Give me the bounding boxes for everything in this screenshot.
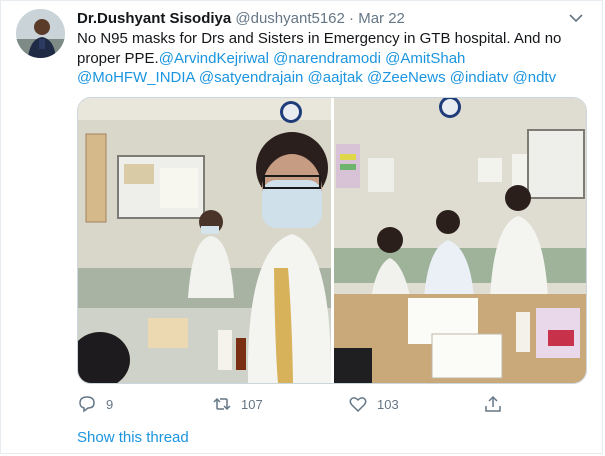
mention-link[interactable]: @indiatv <box>450 69 509 86</box>
chevron-down-icon[interactable] <box>566 8 586 28</box>
retweet-count: 107 <box>241 396 263 412</box>
show-thread-link[interactable]: Show this thread <box>77 429 189 446</box>
mention-link[interactable]: @MoHFW_INDIA <box>77 69 195 86</box>
avatar[interactable] <box>16 9 65 58</box>
photo-right[interactable] <box>334 98 586 383</box>
mention-link[interactable]: @ZeeNews <box>367 69 446 86</box>
mention-link[interactable]: @ndtv <box>513 69 557 86</box>
reply-icon <box>79 396 95 413</box>
like-count: 103 <box>377 396 399 412</box>
like-button[interactable]: 103 <box>348 393 399 415</box>
share-button[interactable] <box>483 393 512 415</box>
separator: · <box>349 10 355 27</box>
reply-button[interactable]: 9 <box>77 393 113 415</box>
mention-link[interactable]: @aajtak <box>308 69 363 86</box>
mention-link[interactable]: @narendramodi <box>273 50 381 67</box>
retweet-icon <box>213 397 231 411</box>
reply-count: 9 <box>106 396 114 412</box>
avatar-image <box>16 9 65 58</box>
mention-link[interactable]: @satyendrajain <box>199 69 303 86</box>
mention-link[interactable]: @ArvindKejriwal <box>159 50 269 67</box>
retweet-button[interactable]: 107 <box>212 393 263 415</box>
heart-icon <box>349 397 367 413</box>
share-icon <box>485 395 501 412</box>
tweet-header: Dr.Dushyant Sisodiya @dushyant5162 · Mar… <box>77 10 405 28</box>
display-name[interactable]: Dr.Dushyant Sisodiya <box>77 10 231 27</box>
mention-link[interactable]: @AmitShah <box>385 50 465 67</box>
media-grid <box>77 97 587 384</box>
photo-left[interactable] <box>78 98 332 383</box>
action-bar: 9 107 103 <box>77 393 587 415</box>
tweet-text: No N95 masks for Drs and Sisters in Emer… <box>77 29 587 88</box>
user-handle[interactable]: @dushyant5162 <box>235 10 344 27</box>
tweet-card[interactable]: Dr.Dushyant Sisodiya @dushyant5162 · Mar… <box>0 0 603 454</box>
timestamp[interactable]: Mar 22 <box>358 10 405 27</box>
